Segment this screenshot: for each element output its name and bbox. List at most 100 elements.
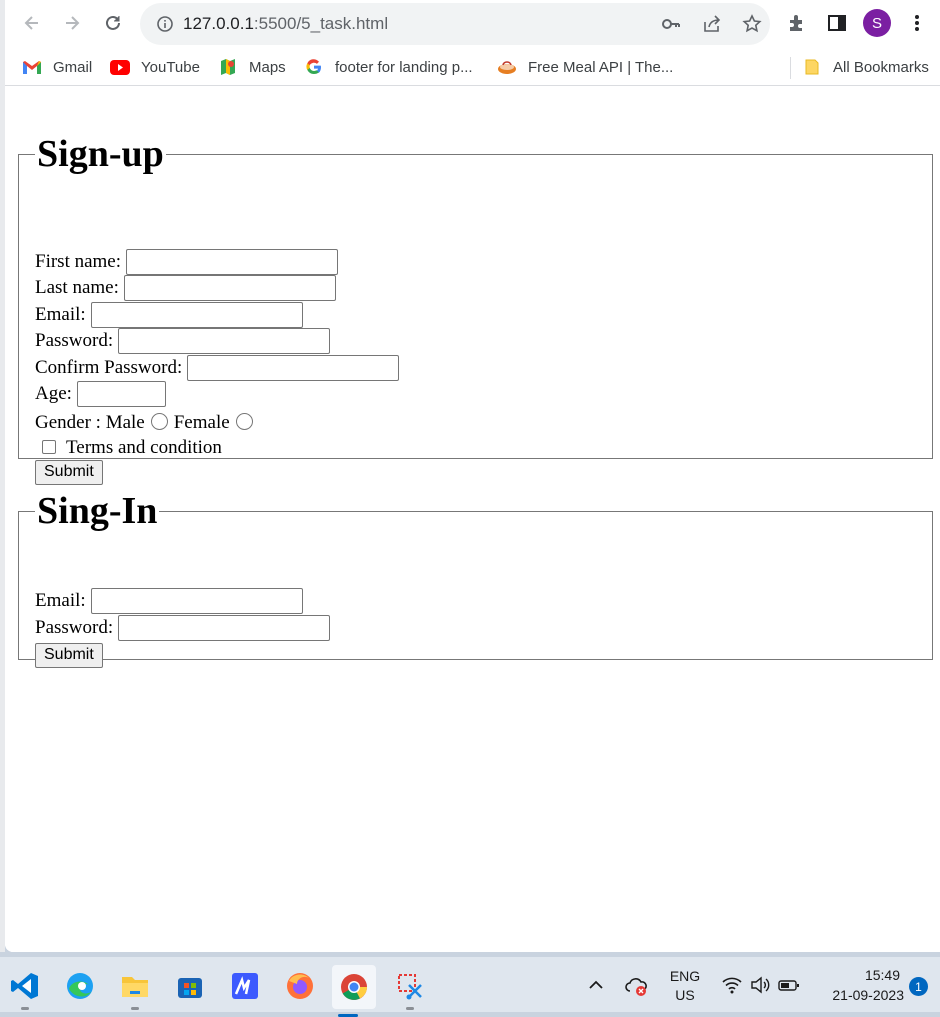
- key-icon[interactable]: [660, 13, 682, 35]
- bookmark-maps[interactable]: Maps: [218, 55, 286, 79]
- signin-submit-button[interactable]: Submit: [35, 642, 103, 668]
- volume-icon: [751, 976, 770, 994]
- page-content: Sign-up First name: Last name: Email: Pa…: [5, 91, 940, 952]
- last-name-label: Last name:: [35, 277, 119, 298]
- folder-icon: [802, 58, 822, 76]
- signup-password-input[interactable]: [118, 328, 331, 354]
- chrome-app[interactable]: [332, 965, 376, 1017]
- vscode-app[interactable]: [9, 970, 41, 1010]
- female-radio[interactable]: [235, 412, 253, 430]
- age-input[interactable]: [76, 381, 166, 407]
- signup-fieldset: Sign-up First name: Last name: Email: Pa…: [18, 133, 933, 485]
- clock-date: 21-09-2023: [832, 987, 904, 1003]
- vscode-icon: [11, 973, 38, 999]
- profile-avatar[interactable]: S: [863, 9, 891, 37]
- signin-fieldset: Sing-In Email: Password: Submit: [18, 490, 933, 668]
- chevron-up-icon: [589, 980, 603, 989]
- bookmark-label: Free Meal API | The...: [528, 58, 674, 76]
- signup-email-label: Email:: [35, 304, 86, 325]
- google-icon: [304, 58, 324, 76]
- signin-heading: Sing-In: [37, 490, 158, 532]
- signup-password-row: Password:: [35, 328, 331, 354]
- clock-time: 15:49: [864, 967, 900, 983]
- browser-toolbar: 127.0.0.1:5500/5_task.html S: [5, 0, 940, 46]
- bookmark-youtube[interactable]: YouTube: [110, 55, 200, 79]
- bookmark-label: Maps: [249, 58, 286, 76]
- url-text[interactable]: 127.0.0.1:5500/5_task.html: [183, 14, 388, 34]
- bookmark-star-icon[interactable]: [741, 13, 763, 35]
- signin-password-row: Password:: [35, 615, 331, 641]
- signup-password-label: Password:: [35, 330, 114, 351]
- signup-legend: Sign-up: [35, 133, 166, 175]
- all-bookmarks-label: All Bookmarks: [833, 58, 929, 76]
- female-label: Female: [173, 412, 230, 433]
- menu-kebab-icon[interactable]: [905, 11, 929, 35]
- url-host: 127.0.0.1: [183, 14, 254, 33]
- signup-submit-button[interactable]: Submit: [35, 459, 103, 485]
- forward-arrow-icon: [66, 16, 80, 30]
- system-tray[interactable]: [722, 976, 800, 994]
- firefox-icon: [287, 973, 313, 999]
- last-name-input[interactable]: [123, 275, 336, 301]
- reload-icon: [106, 15, 120, 30]
- bookmark-meal-api[interactable]: Free Meal API | The...: [497, 55, 673, 79]
- bookmark-label: Gmail: [53, 58, 93, 76]
- male-radio[interactable]: [150, 412, 168, 430]
- signin-legend: Sing-In: [35, 490, 159, 532]
- confirm-password-input[interactable]: [187, 355, 400, 381]
- gender-male-label: Gender : Male: [35, 412, 145, 433]
- all-bookmarks[interactable]: All Bookmarks: [802, 55, 929, 79]
- address-bar[interactable]: 127.0.0.1:5500/5_task.html: [140, 3, 770, 45]
- app-running-indicator: [21, 1007, 29, 1010]
- bookmark-footer[interactable]: footer for landing p...: [304, 55, 473, 79]
- language-indicator[interactable]: ENG US: [667, 968, 703, 1003]
- edge-app[interactable]: [64, 970, 96, 1002]
- bookmark-divider: [790, 57, 791, 79]
- language-label: ENG: [669, 968, 701, 984]
- back-button[interactable]: [17, 8, 47, 38]
- first-name-input[interactable]: [126, 249, 339, 275]
- reload-button[interactable]: [98, 8, 128, 38]
- signup-heading: Sign-up: [37, 133, 164, 175]
- extensions-icon[interactable]: [785, 11, 809, 35]
- back-arrow-icon: [24, 16, 38, 30]
- age-label: Age:: [35, 383, 72, 404]
- metatrader-app[interactable]: [229, 970, 261, 1002]
- signup-email-input[interactable]: [90, 302, 303, 328]
- signin-email-input[interactable]: [90, 588, 303, 614]
- youtube-icon: [110, 58, 130, 76]
- store-app[interactable]: [174, 970, 206, 1002]
- url-path: :5500/5_task.html: [253, 14, 389, 33]
- clock[interactable]: 15:49 21-09-2023: [818, 967, 904, 1003]
- edge-icon: [67, 973, 93, 999]
- share-icon[interactable]: [701, 13, 723, 35]
- terms-checkbox[interactable]: [42, 439, 56, 454]
- cloud-error-icon: [625, 978, 647, 996]
- last-name-row: Last name:: [35, 275, 336, 301]
- signin-email-label: Email:: [35, 590, 86, 611]
- signin-password-input[interactable]: [118, 615, 331, 641]
- region-label: US: [675, 987, 695, 1003]
- terms-label: Terms and condition: [66, 437, 222, 458]
- first-name-row: First name:: [35, 249, 339, 275]
- browser-window: 127.0.0.1:5500/5_task.html S Gmail YouTu…: [5, 0, 940, 952]
- taskbar: ENG US 15:49 21-09-2023: [0, 957, 940, 1017]
- bookmark-gmail[interactable]: Gmail: [22, 55, 92, 79]
- file-explorer-app[interactable]: [119, 970, 151, 1010]
- side-panel-icon[interactable]: [825, 11, 849, 35]
- show-hidden-icons-button[interactable]: [588, 977, 604, 995]
- bookmarks-bar: Gmail YouTube Maps footer for landing p.…: [5, 50, 940, 86]
- notification-badge[interactable]: 1: [909, 977, 928, 996]
- site-info-icon[interactable]: [154, 13, 176, 35]
- onedrive-status[interactable]: [625, 975, 649, 1002]
- terms-row: Terms and condition: [37, 435, 222, 461]
- meal-icon: [497, 58, 517, 76]
- confirm-password-label: Confirm Password:: [35, 357, 183, 378]
- gender-row: Gender : Male Female: [35, 410, 259, 436]
- forward-button[interactable]: [57, 8, 87, 38]
- bookmark-label: YouTube: [141, 58, 200, 76]
- snipping-tool-app[interactable]: [394, 970, 426, 1010]
- firefox-app[interactable]: [284, 970, 316, 1002]
- confirm-password-row: Confirm Password:: [35, 355, 400, 381]
- first-name-label: First name:: [35, 251, 122, 272]
